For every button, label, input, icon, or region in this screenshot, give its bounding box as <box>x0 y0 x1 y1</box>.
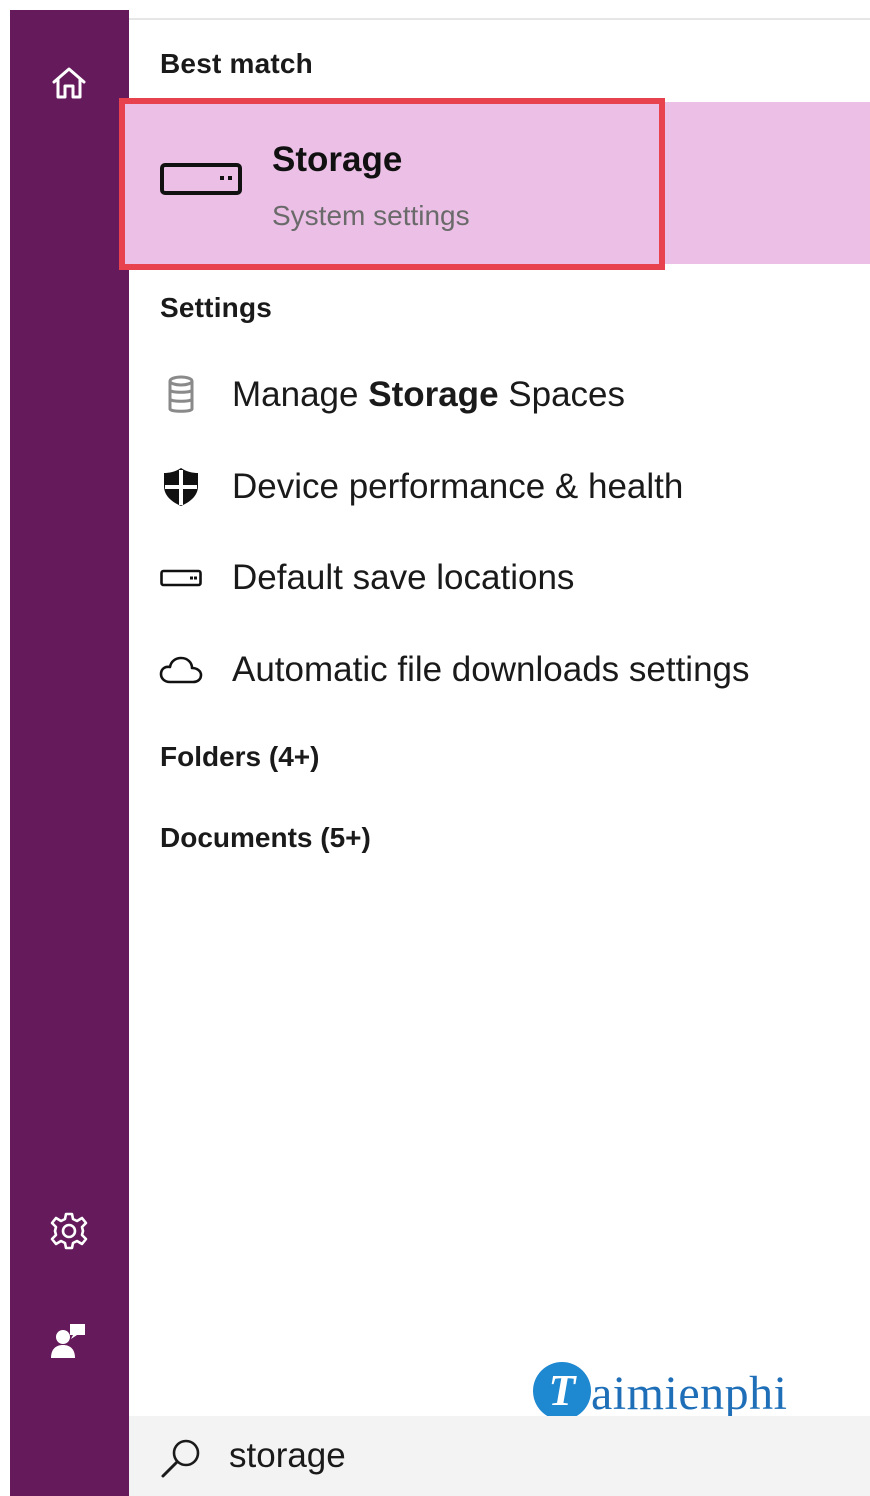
home-button[interactable] <box>44 58 94 108</box>
best-match-header: Best match <box>160 48 313 79</box>
list-item-device-performance[interactable]: Device performance & health <box>129 447 870 527</box>
folders-group-label: Folders (4+) <box>160 741 320 772</box>
documents-group[interactable]: Documents (5+) <box>129 813 870 863</box>
drive-icon <box>159 556 203 600</box>
top-divider <box>129 18 870 20</box>
gear-icon <box>49 1211 89 1251</box>
list-item-label: Manage Storage Spaces <box>232 375 625 414</box>
list-item-manage-storage-spaces[interactable]: Manage Storage Spaces <box>129 355 870 435</box>
search-bar <box>129 1416 870 1496</box>
sidebar <box>10 10 129 1496</box>
cloud-icon <box>159 648 203 692</box>
feedback-button[interactable] <box>44 1316 94 1366</box>
list-item-label: Default save locations <box>232 558 575 597</box>
folders-group[interactable]: Folders (4+) <box>129 732 870 782</box>
list-item-label: Device performance & health <box>232 467 684 506</box>
list-item-automatic-file-downloads[interactable]: Automatic file downloads settings <box>129 630 870 710</box>
settings-button[interactable] <box>44 1206 94 1256</box>
shield-icon <box>159 465 203 509</box>
feedback-icon <box>49 1321 89 1361</box>
settings-header: Settings <box>160 292 273 323</box>
search-window: Best match Storage System settings Setti… <box>0 0 870 1496</box>
list-item-default-save-locations[interactable]: Default save locations <box>129 538 870 618</box>
drive-icon <box>160 163 242 200</box>
search-icon <box>159 1438 203 1485</box>
storage-spaces-icon <box>159 373 203 417</box>
best-match-title: Storage <box>272 140 403 179</box>
search-input[interactable] <box>229 1430 829 1482</box>
list-item-label: Automatic file downloads settings <box>232 650 750 689</box>
home-icon <box>50 64 88 102</box>
best-match-subtitle: System settings <box>272 200 470 231</box>
documents-group-label: Documents (5+) <box>160 822 371 853</box>
